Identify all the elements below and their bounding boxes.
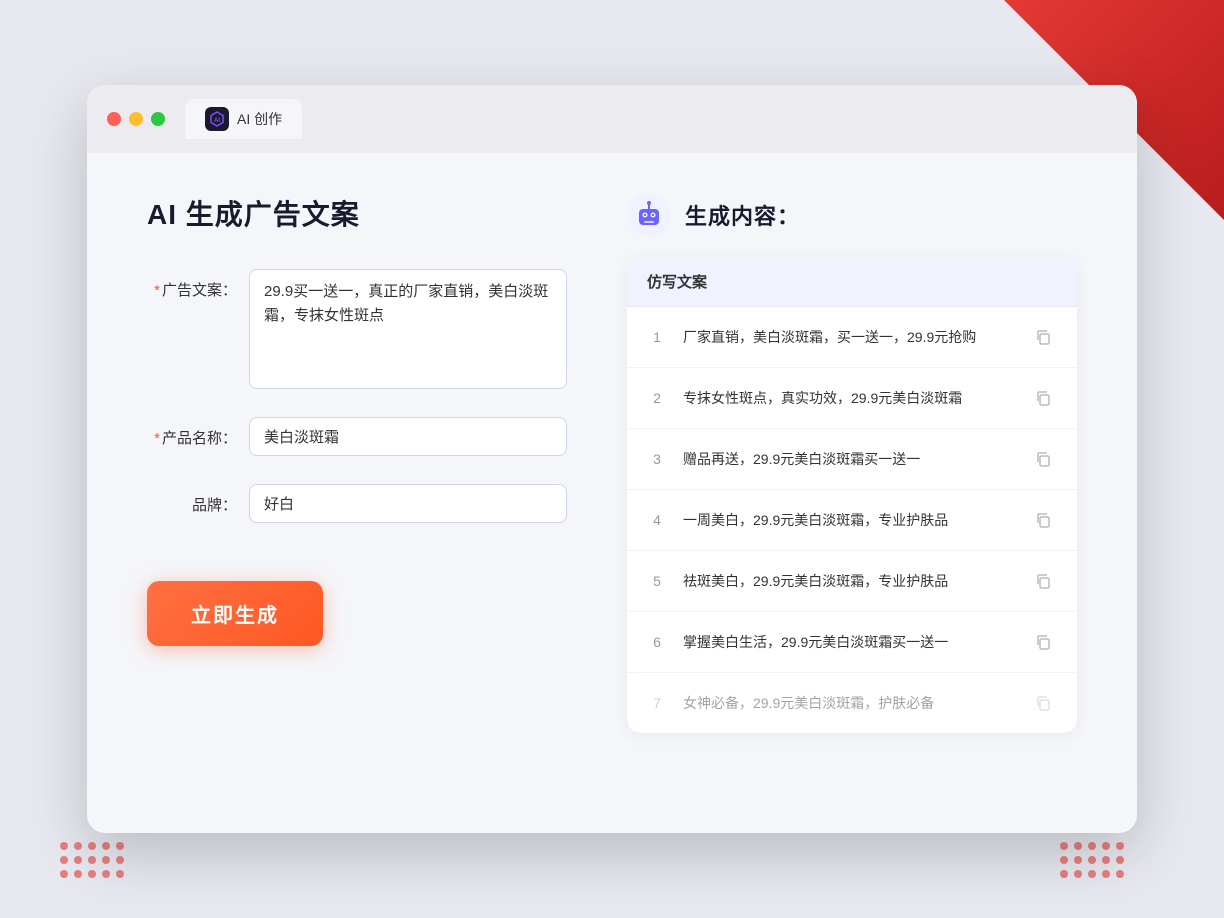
copy-button[interactable]	[1029, 323, 1057, 351]
left-panel: AI 生成广告文案 *广告文案： 29.9买一送一，真正的厂家直销，美白淡斑霜，…	[147, 193, 567, 783]
copy-button[interactable]	[1029, 689, 1057, 717]
copy-button[interactable]	[1029, 384, 1057, 412]
tab-label: AI 创作	[237, 109, 282, 129]
title-bar: AI AI 创作	[87, 85, 1137, 153]
result-header: 生成内容：	[627, 193, 1077, 237]
result-item: 7 女神必备，29.9元美白淡斑霜，护肤必备	[627, 673, 1077, 733]
brand-label: 品牌：	[147, 484, 237, 515]
result-item-text: 女神必备，29.9元美白淡斑霜，护肤必备	[683, 693, 1013, 714]
robot-icon	[627, 193, 671, 237]
copy-button[interactable]	[1029, 628, 1057, 656]
result-item: 4 一周美白，29.9元美白淡斑霜，专业护肤品	[627, 490, 1077, 551]
maximize-button[interactable]	[151, 112, 165, 126]
ad-copy-label: *广告文案：	[147, 269, 237, 300]
result-item-text: 掌握美白生活，29.9元美白淡斑霜买一送一	[683, 632, 1013, 653]
browser-window: AI AI 创作 AI 生成广告文案 *广告文案： 29.9买一送一，真正的厂家…	[87, 85, 1137, 833]
result-box: 仿写文案 1 厂家直销，美白淡斑霜，买一送一，29.9元抢购 2 专抹女性斑点，真实…	[627, 257, 1077, 733]
result-table-header: 仿写文案	[627, 257, 1077, 307]
close-button[interactable]	[107, 112, 121, 126]
product-name-required: *	[154, 430, 160, 447]
product-name-label: *产品名称：	[147, 417, 237, 448]
copy-button[interactable]	[1029, 445, 1057, 473]
bg-decor-dots-bottom	[60, 842, 124, 878]
result-list: 1 厂家直销，美白淡斑霜，买一送一，29.9元抢购 2 专抹女性斑点，真实功效，29…	[627, 307, 1077, 733]
ad-copy-required: *	[154, 282, 160, 299]
window-controls	[107, 112, 165, 126]
result-item-num: 4	[647, 512, 667, 528]
result-item: 2 专抹女性斑点，真实功效，29.9元美白淡斑霜	[627, 368, 1077, 429]
ad-copy-input[interactable]: 29.9买一送一，真正的厂家直销，美白淡斑霜，专抹女性斑点	[249, 269, 567, 389]
bg-decor-dots-bottom-right	[1060, 842, 1124, 878]
result-item: 5 祛斑美白，29.9元美白淡斑霜，专业护肤品	[627, 551, 1077, 612]
generate-button[interactable]: 立即生成	[147, 581, 323, 646]
result-title: 生成内容：	[685, 199, 800, 231]
svg-text:AI: AI	[214, 118, 220, 124]
copy-button[interactable]	[1029, 506, 1057, 534]
result-item-text: 赠品再送，29.9元美白淡斑霜买一送一	[683, 449, 1013, 470]
result-item: 3 赠品再送，29.9元美白淡斑霜买一送一	[627, 429, 1077, 490]
result-item: 1 厂家直销，美白淡斑霜，买一送一，29.9元抢购	[627, 307, 1077, 368]
result-item-text: 专抹女性斑点，真实功效，29.9元美白淡斑霜	[683, 388, 1013, 409]
ai-tab-icon: AI	[205, 107, 229, 131]
result-item-num: 7	[647, 695, 667, 711]
tab-ai-creation[interactable]: AI AI 创作	[185, 99, 302, 139]
result-item-text: 祛斑美白，29.9元美白淡斑霜，专业护肤品	[683, 571, 1013, 592]
product-name-input[interactable]	[249, 417, 567, 456]
brand-input[interactable]	[249, 484, 567, 523]
page-title: AI 生成广告文案	[147, 193, 567, 233]
result-item-num: 6	[647, 634, 667, 650]
content-area: AI 生成广告文案 *广告文案： 29.9买一送一，真正的厂家直销，美白淡斑霜，…	[87, 153, 1137, 833]
result-item: 6 掌握美白生活，29.9元美白淡斑霜买一送一	[627, 612, 1077, 673]
result-item-num: 5	[647, 573, 667, 589]
result-item-num: 3	[647, 451, 667, 467]
right-panel: 生成内容： 仿写文案 1 厂家直销，美白淡斑霜，买一送一，29.9元抢购 2 专抹女…	[627, 193, 1077, 783]
ad-copy-row: *广告文案： 29.9买一送一，真正的厂家直销，美白淡斑霜，专抹女性斑点	[147, 269, 567, 389]
result-item-text: 厂家直销，美白淡斑霜，买一送一，29.9元抢购	[683, 327, 1013, 348]
minimize-button[interactable]	[129, 112, 143, 126]
product-name-row: *产品名称：	[147, 417, 567, 456]
result-item-num: 2	[647, 390, 667, 406]
copy-button[interactable]	[1029, 567, 1057, 595]
result-item-text: 一周美白，29.9元美白淡斑霜，专业护肤品	[683, 510, 1013, 531]
result-item-num: 1	[647, 329, 667, 345]
brand-row: 品牌：	[147, 484, 567, 523]
